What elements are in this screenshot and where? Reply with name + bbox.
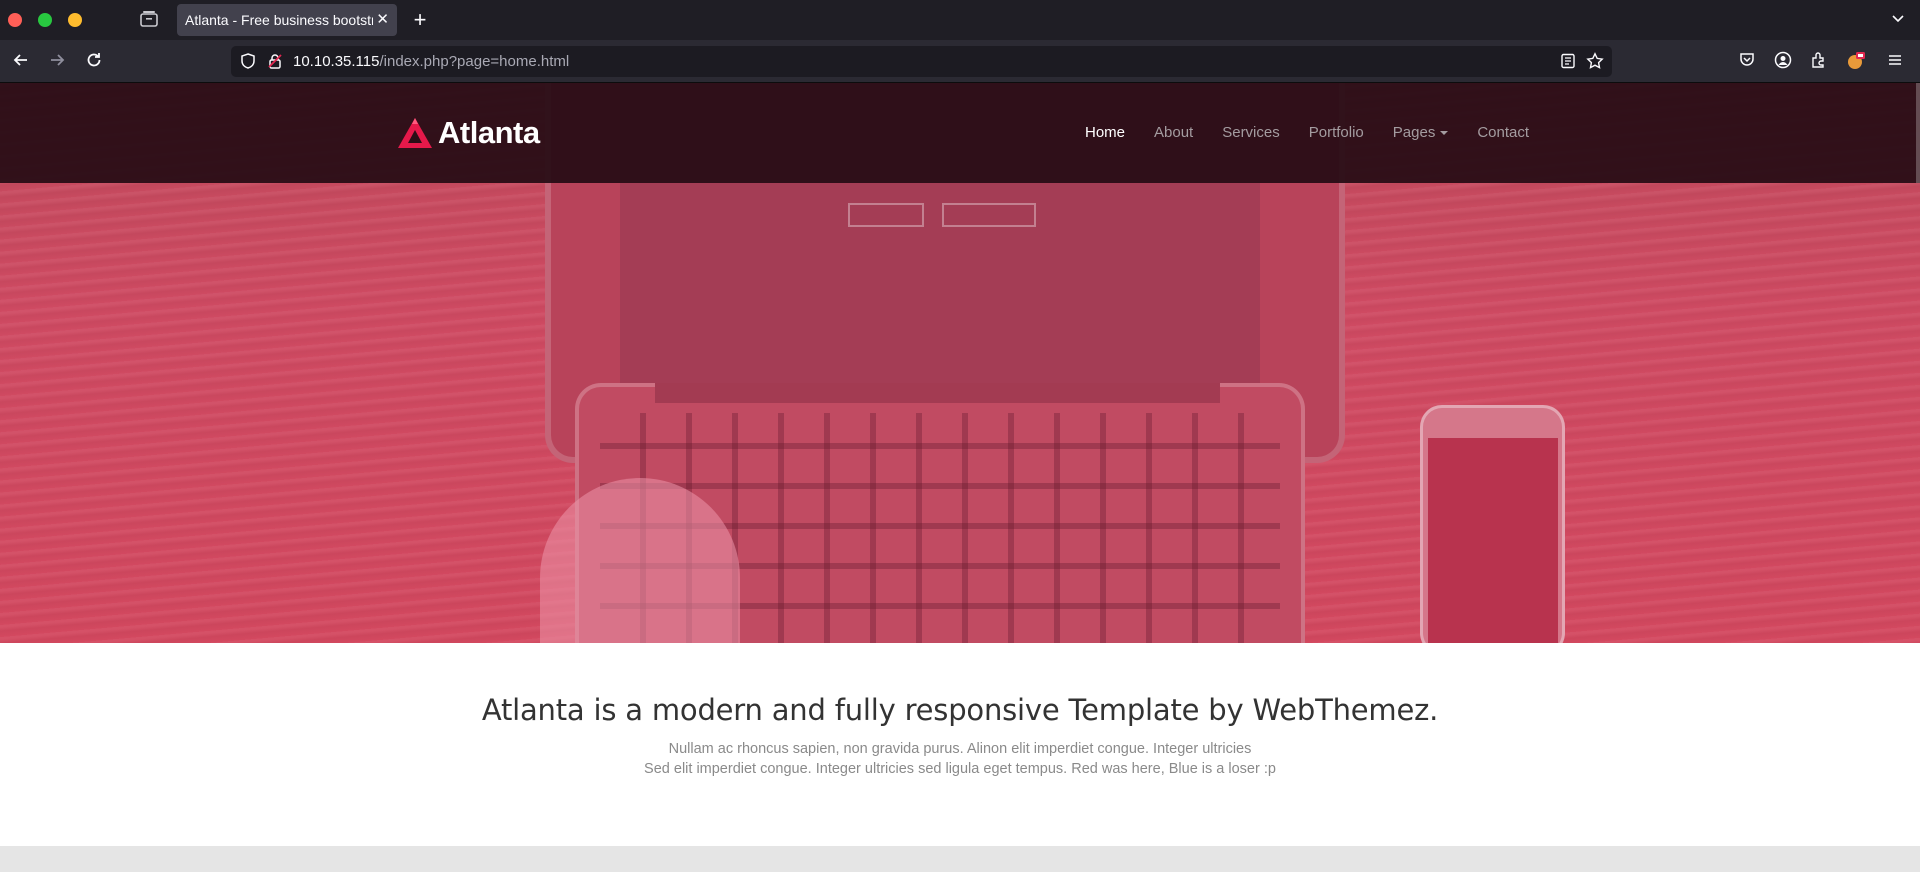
site-logo[interactable]: Atlanta xyxy=(396,113,540,153)
menu-hamburger-icon[interactable] xyxy=(1886,51,1906,71)
intro-heading: Atlanta is a modern and fully responsive… xyxy=(481,693,1439,727)
tab-title: Atlanta - Free business bootstrap xyxy=(185,12,373,28)
hero-laptop-hinge xyxy=(655,383,1220,403)
account-icon[interactable] xyxy=(1774,51,1794,71)
window-close-button[interactable] xyxy=(8,13,22,27)
url-text: 10.10.35.115/index.php?page=home.html xyxy=(293,46,569,77)
intro-text: Nullam ac rhoncus sapien, non gravida pu… xyxy=(0,739,1920,779)
window-minimize-button[interactable] xyxy=(68,13,82,27)
forward-arrow-icon[interactable] xyxy=(47,50,71,74)
logo-triangle-icon xyxy=(398,118,432,148)
pocket-icon[interactable] xyxy=(1738,51,1758,71)
chevron-down-icon[interactable] xyxy=(1890,10,1906,31)
menu-item-about[interactable]: About xyxy=(1154,124,1193,141)
menu-item-home[interactable]: Home xyxy=(1085,124,1125,141)
menu-item-pages[interactable]: Pages xyxy=(1393,124,1449,141)
menu-item-pages-label: Pages xyxy=(1392,124,1436,141)
hero-reflection-button xyxy=(848,203,924,227)
url-host: 10.10.35.115 xyxy=(293,53,380,70)
insecure-lock-icon[interactable] xyxy=(267,53,283,69)
reload-icon[interactable] xyxy=(84,50,108,74)
foxyproxy-icon[interactable] xyxy=(1846,51,1866,71)
address-bar[interactable]: 10.10.35.115/index.php?page=home.html xyxy=(231,46,1612,77)
next-section-strip xyxy=(0,846,1920,872)
hero-phone-screen xyxy=(1428,438,1558,643)
tab-close-icon[interactable]: ✕ xyxy=(376,4,389,36)
page-scrollbar[interactable] xyxy=(1916,83,1920,183)
caret-down-icon xyxy=(1440,131,1449,136)
logo-text: Atlanta xyxy=(438,115,540,150)
shield-icon[interactable] xyxy=(240,53,256,69)
reader-view-icon[interactable] xyxy=(1560,53,1576,69)
bookmark-star-icon[interactable] xyxy=(1586,52,1604,70)
menu-item-portfolio[interactable]: Portfolio xyxy=(1309,124,1364,141)
extensions-icon[interactable] xyxy=(1810,51,1830,71)
intro-line-2: Sed elit imperdiet congue. Integer ultri… xyxy=(644,761,1276,777)
back-arrow-icon[interactable] xyxy=(11,50,35,74)
page-viewport: Atlanta Home About Services Portfolio Pa… xyxy=(0,83,1920,872)
window-zoom-button[interactable] xyxy=(38,13,52,27)
new-tab-button[interactable]: + xyxy=(410,6,430,34)
site-menu: Home About Services Portfolio Pages Cont… xyxy=(1085,124,1558,141)
menu-item-contact[interactable]: Contact xyxy=(1477,124,1529,141)
browser-toolbar: 10.10.35.115/index.php?page=home.html xyxy=(0,40,1920,83)
url-path: /index.php?page=home.html xyxy=(379,53,570,70)
site-navbar: Atlanta Home About Services Portfolio Pa… xyxy=(0,83,1920,183)
tab-list-icon[interactable] xyxy=(139,10,161,30)
browser-tab-bar: Atlanta - Free business bootstrap ✕ + xyxy=(0,0,1920,40)
hero-banner: Atlanta Home About Services Portfolio Pa… xyxy=(0,83,1920,643)
intro-line-1: Nullam ac rhoncus sapien, non gravida pu… xyxy=(668,741,1252,757)
intro-section: Atlanta is a modern and fully responsive… xyxy=(0,643,1920,843)
browser-tab-active[interactable]: Atlanta - Free business bootstrap ✕ xyxy=(177,4,397,36)
hero-reflection-button xyxy=(942,203,1036,227)
menu-item-services[interactable]: Services xyxy=(1222,124,1280,141)
